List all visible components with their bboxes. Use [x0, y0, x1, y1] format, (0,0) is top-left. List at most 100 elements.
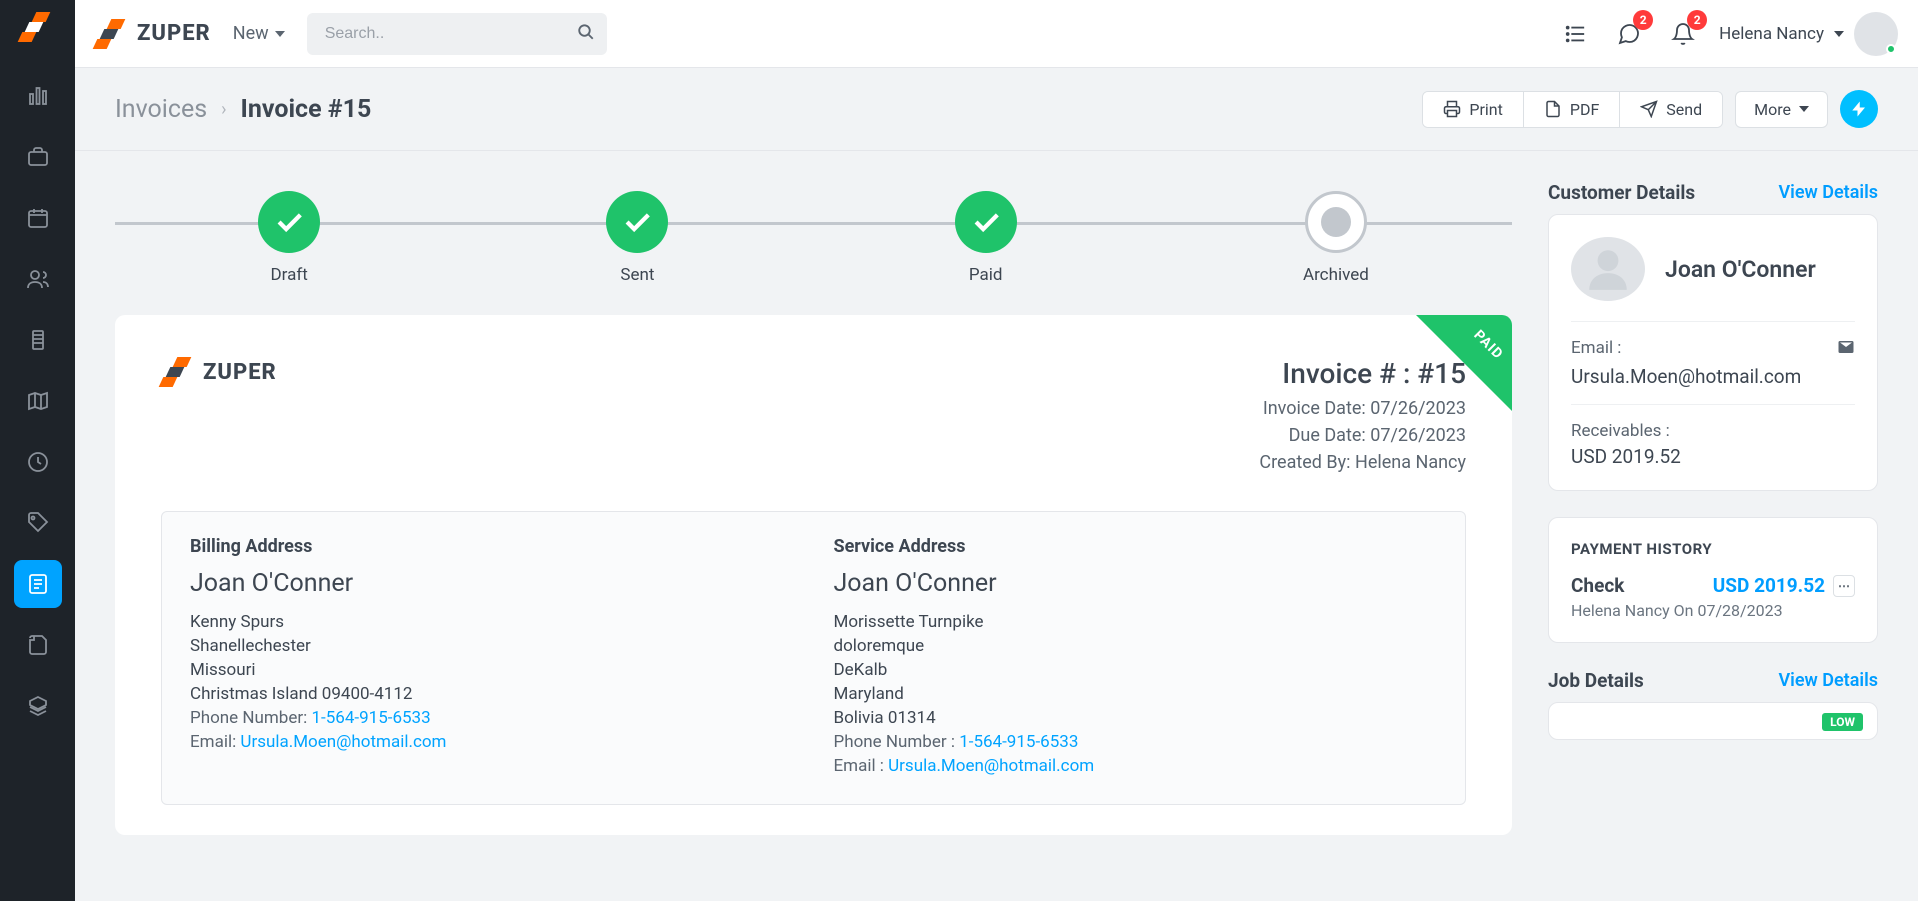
billing-phone: Phone Number: 1-564-915-6533 [190, 708, 794, 728]
payment-amount: USD 2019.52 [1713, 574, 1825, 597]
invoice-brand: ZUPER [203, 360, 277, 385]
service-line5: Bolivia 01314 [834, 708, 1438, 728]
service-address: Service Address Joan O'Conner Morissette… [834, 536, 1438, 780]
billing-address: Billing Address Joan O'Conner Kenny Spur… [190, 536, 794, 780]
sidebar-item-assets[interactable] [14, 316, 62, 364]
customer-email-label: Email : [1571, 338, 1621, 361]
pending-circle-icon [1305, 191, 1367, 253]
receivables-value: USD 2019.52 [1571, 445, 1855, 468]
customer-view-details-link[interactable]: View Details [1778, 182, 1878, 203]
step-label: Draft [270, 265, 307, 285]
sidebar-item-invoices[interactable] [14, 560, 62, 608]
billing-email: Email: Ursula.Moen@hotmail.com [190, 732, 794, 752]
service-line3: DeKalb [834, 660, 1438, 680]
new-label: New [233, 23, 269, 44]
sidebar-item-map[interactable] [14, 377, 62, 425]
page-title: Invoice #15 [241, 95, 372, 124]
step-label: Sent [620, 265, 654, 285]
status-stepper: Draft Sent [115, 191, 1512, 285]
job-details-card: LOW [1548, 702, 1878, 740]
notification-badge: 2 [1687, 10, 1707, 30]
sidebar-item-pricetag[interactable] [14, 499, 62, 547]
service-line2: doloremque [834, 636, 1438, 656]
invoice-due: Due Date: 07/26/2023 [1259, 425, 1466, 446]
sidebar-logo[interactable] [20, 12, 56, 42]
service-phone: Phone Number : 1-564-915-6533 [834, 732, 1438, 752]
sidebar [0, 0, 75, 901]
breadcrumb: Invoices › Invoice #15 [115, 95, 371, 124]
bell-icon[interactable]: 2 [1665, 16, 1701, 52]
service-line1: Morissette Turnpike [834, 612, 1438, 632]
more-label: More [1754, 100, 1791, 119]
sidebar-item-dashboard[interactable] [14, 72, 62, 120]
billing-line4: Christmas Island 09400-4112 [190, 684, 794, 704]
customer-avatar [1571, 237, 1645, 301]
receivables-label: Receivables : [1571, 421, 1670, 441]
billing-line2: Shanellechester [190, 636, 794, 656]
topbar: ZUPER New 2 2 [75, 0, 1918, 68]
sidebar-item-documents[interactable] [14, 621, 62, 669]
billing-name: Joan O'Conner [190, 569, 794, 598]
customer-details-card: Joan O'Conner Email : Ursula.Moen@hotmai… [1548, 214, 1878, 491]
print-label: Print [1469, 100, 1502, 119]
brand-logo[interactable]: ZUPER [95, 19, 211, 49]
print-button[interactable]: Print [1423, 92, 1523, 127]
sidebar-item-calendar[interactable] [14, 194, 62, 242]
bolt-button[interactable] [1840, 90, 1878, 128]
chat-icon[interactable]: 2 [1611, 16, 1647, 52]
billing-title: Billing Address [190, 536, 794, 557]
address-box: Billing Address Joan O'Conner Kenny Spur… [161, 511, 1466, 805]
pdf-label: PDF [1570, 100, 1599, 119]
job-view-details-link[interactable]: View Details [1778, 670, 1878, 691]
customer-details-title: Customer Details [1548, 181, 1695, 204]
sidebar-item-timesheet[interactable] [14, 438, 62, 486]
step-label: Paid [969, 265, 1003, 285]
more-button[interactable]: More [1735, 91, 1828, 128]
page-header: Invoices › Invoice #15 Print PDF Send [75, 68, 1918, 151]
service-title: Service Address [834, 536, 1438, 557]
invoice-created-by: Created By: Helena Nancy [1259, 452, 1466, 473]
send-label: Send [1666, 100, 1702, 119]
online-dot [1886, 44, 1896, 54]
service-name: Joan O'Conner [834, 569, 1438, 598]
avatar [1854, 12, 1898, 56]
breadcrumb-parent[interactable]: Invoices [115, 95, 207, 124]
step-archived: Archived [1303, 191, 1369, 285]
customer-email: Ursula.Moen@hotmail.com [1571, 365, 1855, 388]
sidebar-item-inventory[interactable] [14, 682, 62, 730]
search-icon[interactable] [577, 23, 595, 45]
payment-subline: Helena Nancy On 07/28/2023 [1571, 601, 1855, 620]
step-paid: Paid [955, 191, 1017, 285]
step-sent: Sent [606, 191, 668, 285]
payment-history-title: PAYMENT HISTORY [1571, 540, 1855, 558]
check-icon [258, 191, 320, 253]
kebab-menu[interactable]: ⋯ [1833, 575, 1855, 597]
billing-line3: Missouri [190, 660, 794, 680]
caret-down-icon [1799, 106, 1809, 112]
list-view-icon[interactable] [1557, 16, 1593, 52]
sidebar-item-jobs[interactable] [14, 133, 62, 181]
check-icon [606, 191, 668, 253]
invoice-logo: ZUPER [161, 357, 277, 387]
customer-name: Joan O'Conner [1665, 256, 1816, 283]
brand-name: ZUPER [137, 21, 211, 46]
job-details-title: Job Details [1548, 669, 1644, 692]
action-group: Print PDF Send [1422, 91, 1723, 128]
caret-down-icon [1834, 31, 1844, 37]
service-email: Email : Ursula.Moen@hotmail.com [834, 756, 1438, 776]
envelope-icon[interactable] [1837, 338, 1855, 361]
user-name: Helena Nancy [1719, 24, 1824, 44]
chevron-right-icon: › [221, 99, 226, 120]
pdf-button[interactable]: PDF [1524, 92, 1620, 127]
caret-down-icon [275, 31, 285, 37]
new-dropdown[interactable]: New [229, 17, 289, 50]
search-input[interactable] [307, 13, 607, 55]
sidebar-item-customers[interactable] [14, 255, 62, 303]
step-draft: Draft [258, 191, 320, 285]
send-button[interactable]: Send [1620, 92, 1722, 127]
user-menu[interactable]: Helena Nancy [1719, 12, 1898, 56]
check-icon [955, 191, 1017, 253]
service-line4: Maryland [834, 684, 1438, 704]
billing-line1: Kenny Spurs [190, 612, 794, 632]
step-label: Archived [1303, 265, 1369, 285]
